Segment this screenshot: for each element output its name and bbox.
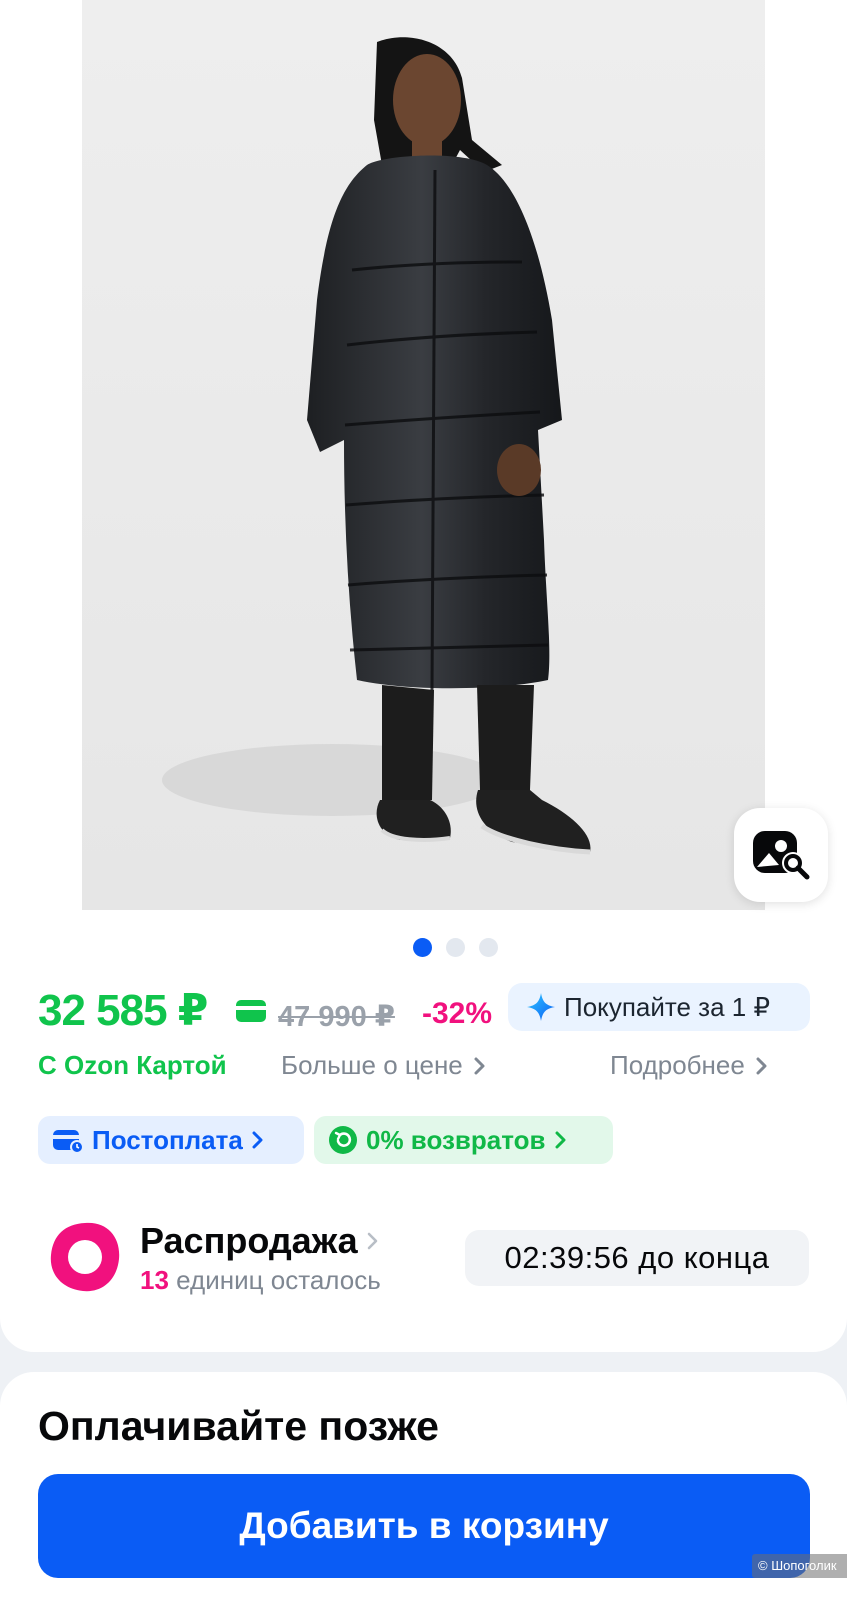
pay-later-title: Оплачивайте позже: [38, 1403, 439, 1449]
sale-countdown: 02:39:56 до конца: [465, 1230, 809, 1286]
gallery-pagination: [413, 938, 498, 957]
old-price: 47 990 ₽: [278, 1001, 395, 1033]
add-to-cart-button[interactable]: Добавить в корзину: [38, 1474, 810, 1578]
wallet-icon: [53, 1130, 84, 1154]
sale-title-link[interactable]: Распродажа: [140, 1220, 380, 1262]
details-link[interactable]: Подробнее: [610, 1050, 769, 1081]
gallery-dot[interactable]: [446, 938, 465, 957]
sale-ring-icon: [50, 1222, 120, 1292]
ozon-card-label: С Ozon Картой: [38, 1050, 227, 1080]
sale-count: 13: [140, 1265, 169, 1295]
details-label: Подробнее: [610, 1050, 745, 1080]
return-icon: [329, 1126, 357, 1154]
sale-title: Распродажа: [140, 1220, 358, 1261]
price-row: 32 585 ₽ 47 990 ₽ -32% Покупайте за 1 ₽: [38, 983, 818, 1041]
discount-badge: -32%: [422, 997, 493, 1030]
promo-label: Покупайте за 1 ₽: [564, 991, 771, 1022]
product-photo[interactable]: [82, 0, 765, 910]
chevron-right-icon: [756, 1057, 767, 1074]
chevron-right-icon: [474, 1057, 485, 1074]
sale-units-text: единиц осталось: [176, 1265, 381, 1295]
current-price: 32 585 ₽: [38, 986, 208, 1035]
more-about-price-link[interactable]: Больше о цене: [281, 1050, 487, 1081]
gallery-dot[interactable]: [479, 938, 498, 957]
sale-stock: 13 единиц осталось: [140, 1265, 381, 1296]
more-about-price-label: Больше о цене: [281, 1050, 463, 1080]
sparkle-icon: [527, 993, 555, 1021]
chevron-right-icon: [555, 1131, 565, 1149]
product-card: 32 585 ₽ 47 990 ₽ -32% Покупайте за 1 ₽ …: [0, 0, 847, 1352]
watermark: © Шопоголик: [752, 1554, 847, 1578]
returns-label: 0% возвратов: [366, 1124, 546, 1155]
chevron-right-icon: [252, 1131, 263, 1149]
returns-chip[interactable]: 0% возвратов: [314, 1116, 613, 1164]
postpay-chip[interactable]: Постоплата: [38, 1116, 304, 1164]
product-photo-illustration: [82, 0, 765, 910]
gallery-dot[interactable]: [413, 938, 432, 957]
buy-for-1-ruble-button[interactable]: Покупайте за 1 ₽: [508, 983, 810, 1031]
price-sub-row: С Ozon Картой Больше о цене Подробнее: [38, 1050, 818, 1084]
visual-search-button[interactable]: [734, 808, 828, 902]
image-search-icon: [753, 831, 810, 880]
chevron-right-icon: [367, 1232, 377, 1250]
postpay-label: Постоплата: [92, 1124, 243, 1155]
card-icon: [236, 1000, 266, 1022]
